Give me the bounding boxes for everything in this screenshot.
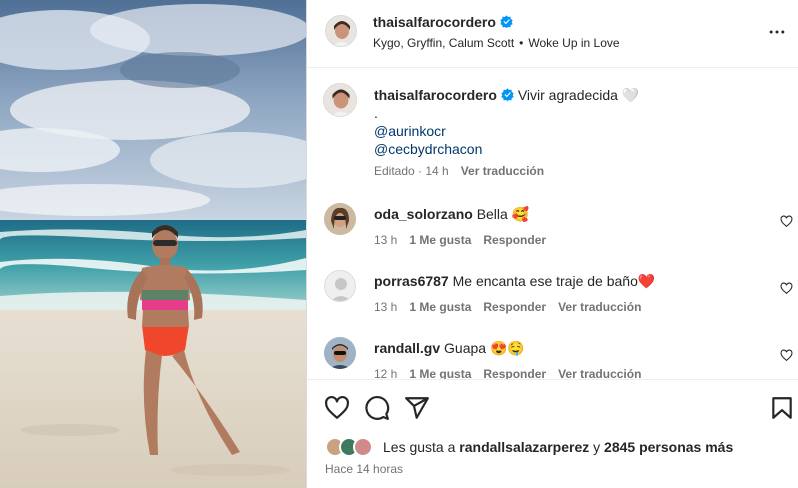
likes-others[interactable]: 2845 personas más <box>604 439 733 455</box>
likes-user[interactable]: randallsalazarperez <box>459 439 589 455</box>
caption-translate-link[interactable]: Ver traducción <box>461 164 544 178</box>
caption-mention[interactable]: @cecbydrchacon <box>374 140 774 158</box>
commenter-avatar-placeholder[interactable] <box>324 270 356 302</box>
comment-text: Bella 🥰 <box>476 206 530 222</box>
comment-item: randall.gv Guapa 😍🤤 12 h 1 Me gusta Respon… <box>307 337 798 379</box>
author-username[interactable]: thaisalfarocordero <box>373 14 513 30</box>
more-options-icon[interactable] <box>767 22 787 42</box>
comment-item: oda_solorzano Bella 🥰 13 h 1 Me gusta Resp… <box>307 203 798 263</box>
post-timestamp[interactable]: Hace 14 horas <box>325 462 403 476</box>
reply-button[interactable]: Responder <box>483 367 546 379</box>
comment-likes[interactable]: 1 Me gusta <box>409 367 471 379</box>
liker-avatar <box>353 437 373 457</box>
author-avatar[interactable] <box>325 15 357 47</box>
caption-dot-line: . <box>374 105 378 121</box>
comment-translate-link[interactable]: Ver traducción <box>558 367 641 379</box>
caption-mention[interactable]: @aurinkocr <box>374 122 774 140</box>
comments-section[interactable]: thaisalfarocordero Vivir agradecida 🤍 . … <box>307 69 798 379</box>
post-photo[interactable] <box>0 0 306 488</box>
verified-badge-icon <box>500 15 513 28</box>
comment-bubble-icon[interactable] <box>364 395 390 421</box>
likes-prefix: Les gusta a <box>383 439 456 455</box>
comment-text: Me encanta ese traje de baño❤️ <box>452 273 656 289</box>
caption-avatar[interactable] <box>323 83 357 117</box>
likes-connector: y <box>593 439 601 455</box>
comment-likes[interactable]: 1 Me gusta <box>409 233 471 247</box>
comment-translate-link[interactable]: Ver traducción <box>558 300 641 314</box>
post-actions: Les gusta a randallsalazarperez y 2845 p… <box>307 379 798 488</box>
reply-button[interactable]: Responder <box>483 300 546 314</box>
comment-like-heart-icon[interactable] <box>780 349 793 362</box>
post-header: thaisalfarocordero Kygo, Gryffin, Calum … <box>307 0 798 68</box>
caption-text: Vivir agradecida 🤍 <box>517 87 640 103</box>
comment-time[interactable]: 12 h <box>374 367 397 379</box>
paper-plane-icon[interactable] <box>404 395 430 421</box>
commenter-avatar[interactable] <box>324 203 356 235</box>
author-username-text[interactable]: thaisalfarocordero <box>373 14 496 30</box>
audio-title[interactable]: Woke Up in Love <box>528 36 619 50</box>
caption-edited-time: Editado · 14 h <box>374 164 449 178</box>
heart-icon[interactable] <box>324 395 350 421</box>
audio-artists[interactable]: Kygo, Gryffin, Calum Scott <box>373 36 514 50</box>
comment-likes[interactable]: 1 Me gusta <box>409 300 471 314</box>
comment-time[interactable]: 13 h <box>374 300 397 314</box>
bookmark-icon[interactable] <box>769 395 795 421</box>
comment-text: Guapa 😍🤤 <box>444 340 525 356</box>
comment-time[interactable]: 13 h <box>374 233 397 247</box>
comment-username[interactable]: porras6787 <box>374 273 449 289</box>
reply-button[interactable]: Responder <box>483 233 546 247</box>
comment-username[interactable]: oda_solorzano <box>374 206 473 222</box>
liker-avatars <box>325 437 379 459</box>
audio-info[interactable]: Kygo, Gryffin, Calum Scott • Woke Up in Lo… <box>373 36 620 50</box>
commenter-avatar[interactable] <box>324 337 356 369</box>
comment-like-heart-icon[interactable] <box>780 282 793 295</box>
post-detail-panel: thaisalfarocordero Kygo, Gryffin, Calum … <box>306 0 798 488</box>
caption-username[interactable]: thaisalfarocordero <box>374 87 497 103</box>
audio-separator: • <box>519 36 524 50</box>
comment-username[interactable]: randall.gv <box>374 340 440 356</box>
comment-item: porras6787 Me encanta ese traje de baño❤… <box>307 270 798 330</box>
comment-like-heart-icon[interactable] <box>780 215 793 228</box>
verified-badge-icon <box>501 88 514 101</box>
